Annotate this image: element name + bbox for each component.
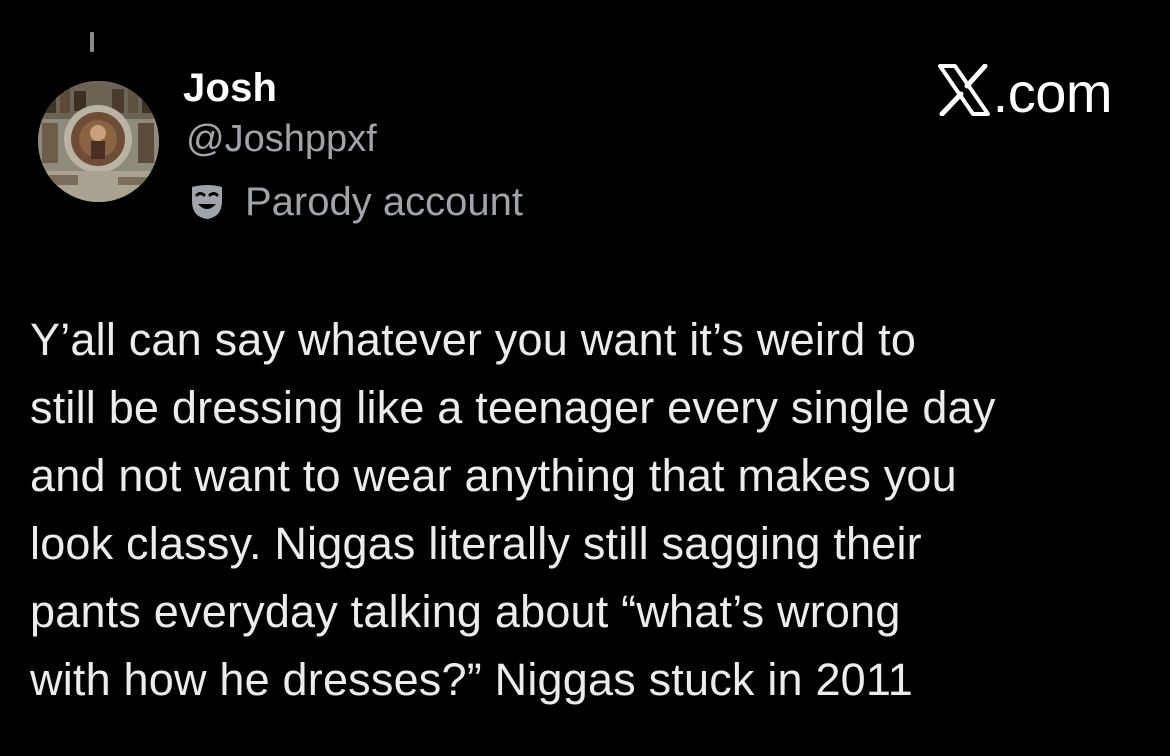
x-logo-icon: [937, 64, 991, 116]
author-display-name[interactable]: Josh: [183, 66, 277, 111]
tweet-line: pants everyday talking about “what’s wro…: [30, 586, 901, 637]
parody-account-label: Parody account: [245, 179, 523, 224]
tweet-line: still be dressing like a teenager every …: [30, 382, 996, 433]
tweet-line: Y’all can say whatever you want it’s wei…: [30, 314, 917, 365]
tweet-line: with how he dresses?” Niggas stuck in 20…: [30, 654, 914, 705]
thread-connector-line: [90, 32, 94, 52]
avatar[interactable]: [38, 81, 159, 202]
parody-account-badge: Parody account: [189, 178, 523, 226]
site-domain-label: .com: [992, 61, 1113, 124]
author-handle[interactable]: @Joshppxf: [186, 118, 377, 161]
profile-avatar-image: [38, 81, 159, 202]
tweet-line: look classy. Niggas literally still sagg…: [30, 518, 922, 569]
tweet-body: Y’all can say whatever you want it’s wei…: [30, 306, 1130, 714]
tweet-line: and not want to wear anything that makes…: [30, 450, 957, 501]
theater-mask-icon: [189, 183, 225, 221]
site-watermark: .com: [937, 60, 1113, 125]
